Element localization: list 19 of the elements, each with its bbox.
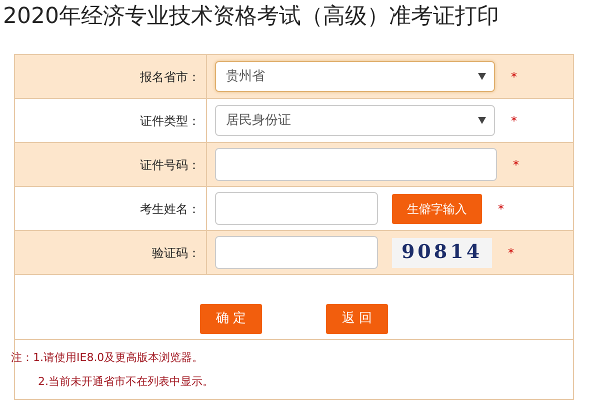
captcha-image[interactable]: 90814 (392, 238, 492, 268)
field-label: 验证码： (15, 231, 207, 274)
required-mark: * (513, 156, 519, 174)
caret-icon (478, 117, 486, 124)
required-mark: * (508, 244, 514, 262)
note-text: 2.当前未开通省市不在列表中显示。 (37, 374, 214, 390)
required-mark: * (511, 68, 517, 86)
note-text: 注：1.请使用IE8.0及更高版本浏览器。 (11, 350, 204, 366)
required-mark: * (511, 112, 517, 130)
input-field[interactable] (215, 192, 378, 225)
select-field[interactable]: 居民身份证 (215, 105, 495, 136)
field-label: 报名省市： (15, 55, 207, 98)
caret-icon (478, 73, 486, 80)
select-field[interactable]: 贵州省 (215, 61, 495, 92)
field-label: 证件号码： (15, 143, 207, 186)
input-field[interactable] (215, 236, 378, 269)
page-title: 2020年经济专业技术资格考试（高级）准考证打印 (3, 3, 500, 31)
required-mark: * (498, 200, 504, 218)
input-field[interactable] (215, 148, 497, 181)
